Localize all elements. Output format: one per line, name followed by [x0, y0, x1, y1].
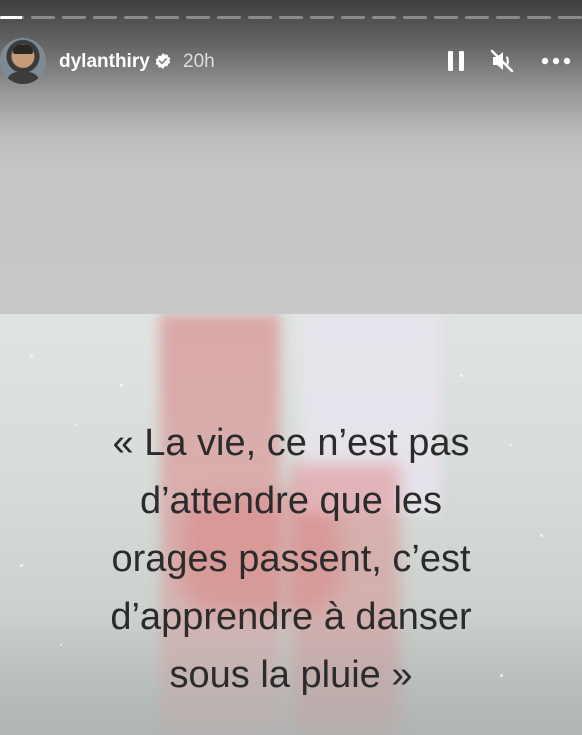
progress-segment: [341, 16, 365, 19]
progress-segment: [124, 16, 148, 19]
more-options-icon[interactable]: [540, 48, 572, 74]
progress-segment: [372, 16, 396, 19]
progress-segment: [279, 16, 303, 19]
avatar[interactable]: [0, 38, 46, 84]
verified-badge-icon: [155, 53, 171, 69]
quote-line: sous la pluie »: [169, 654, 413, 696]
progress-segment: [434, 16, 458, 19]
story-viewer[interactable]: « La vie, ce n’est pas d’attendre que le…: [0, 0, 582, 735]
rain-drop: [120, 384, 123, 387]
story-header: dylanthiry 20h: [0, 36, 582, 90]
progress-segment: [248, 16, 272, 19]
progress-segment: [0, 16, 24, 19]
avatar-shirt: [6, 72, 40, 84]
progress-segment: [465, 16, 489, 19]
progress-segment-fill: [0, 16, 22, 19]
username-link[interactable]: dylanthiry: [59, 51, 150, 73]
progress-segment: [403, 16, 427, 19]
quote-line: « La vie, ce n’est pas: [112, 422, 470, 464]
rain-drop: [460, 374, 463, 377]
muted-speaker-icon[interactable]: [489, 48, 515, 74]
rain-drop: [30, 354, 33, 357]
progress-segment: [527, 16, 551, 19]
progress-segment: [558, 16, 582, 19]
quote-line: orages passent, c’est: [111, 538, 471, 580]
story-quote-text: « La vie, ce n’est pas d’attendre que le…: [0, 414, 582, 704]
avatar-hair: [13, 45, 33, 54]
quote-line: d’apprendre à danser: [110, 596, 472, 638]
progress-segment: [496, 16, 520, 19]
pause-icon[interactable]: [443, 48, 469, 74]
progress-segment: [31, 16, 55, 19]
progress-segment: [310, 16, 334, 19]
story-progress-bar: [0, 16, 582, 19]
quote-line: d’attendre que les: [139, 480, 443, 522]
progress-segment: [62, 16, 86, 19]
progress-segment: [93, 16, 117, 19]
progress-segment: [217, 16, 241, 19]
post-time: 20h: [183, 51, 215, 72]
progress-segment: [155, 16, 179, 19]
progress-segment: [186, 16, 210, 19]
